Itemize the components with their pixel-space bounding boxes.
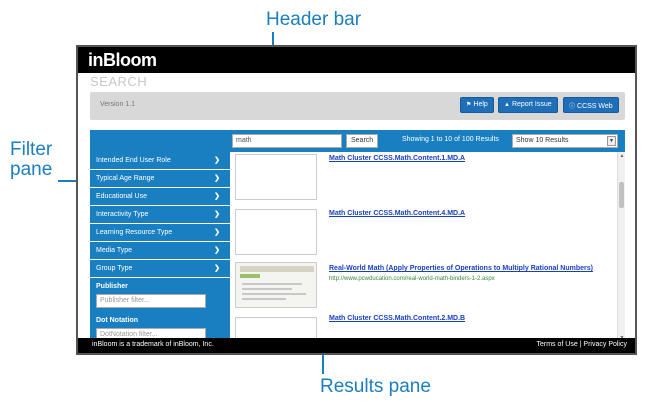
results-count: Showing 1 to 10 of 100 Results [402,136,499,143]
page-title: SEARCH [90,74,148,89]
flag-icon: ⚑ [466,102,472,108]
result-thumbnail[interactable] [235,209,317,255]
chevron-right-icon: ❯ [214,265,220,272]
result-title-link[interactable]: Math Cluster CCSS.Math.Content.1.MD.A [329,155,465,162]
facet-learning-resource-type[interactable]: Learning Resource Type ❯ [90,224,230,242]
trademark-text: inBloom is a trademark of inBloom, Inc. [92,341,214,348]
facet-group-type[interactable]: Group Type ❯ [90,260,230,278]
results-pane-callout: Results pane [320,376,431,397]
scroll-up-icon[interactable]: ▲ [618,152,625,160]
chevron-right-icon: ❯ [214,247,220,254]
thumbnail-logo [240,274,260,278]
publisher-label: Publisher [96,283,128,290]
app-window: inBloom SEARCH Version 1.1 ⚑ Help ▲ Report… [76,45,637,355]
results-pane: Math Cluster CCSS.Math.Content.1.MD.A Ma… [230,152,625,342]
result-url[interactable]: http://www.pcwducation.com/real-world-ma… [329,276,495,282]
result-thumbnail[interactable] [235,262,317,308]
help-button[interactable]: ⚑ Help [460,97,494,113]
ccss-web-button-label: CCSS Web [577,103,613,110]
version-label: Version 1.1 [100,101,136,108]
scroll-thumb[interactable] [619,182,624,208]
page-size-select[interactable]: Show 10 Results ▼ [512,134,618,148]
facet-media-type[interactable]: Media Type ❯ [90,242,230,260]
facet-label: Intended End User Role [96,157,171,164]
facet-label: Learning Resource Type [96,229,173,236]
inbloom-logo[interactable]: inBloom [88,50,157,71]
chevron-down-icon[interactable]: ▼ [607,136,616,146]
chevron-right-icon: ❯ [214,211,220,218]
chevron-right-icon: ❯ [214,229,220,236]
facet-label: Group Type [96,265,133,272]
chevron-right-icon: ❯ [214,193,220,200]
facet-intended-end-user-role[interactable]: Intended End User Role ❯ [90,152,230,170]
header-bar: Version 1.1 ⚑ Help ▲ Report Issue ⓘ CCSS We… [90,92,625,120]
filter-pane-callout-line1: Filter [10,139,53,160]
help-button-label: Help [473,101,488,108]
page-size-value: Show 10 Results [516,137,569,144]
search-button[interactable]: Search [346,134,379,148]
facet-label: Interactivity Type [96,211,149,218]
filter-pane: Intended End User Role ❯ Typical Age Rang… [90,152,230,342]
facet-label: Educational Use [96,193,147,200]
result-title-link[interactable]: Math Cluster CCSS.Math.Content.4.MD.A [329,210,465,217]
thumbnail-text [242,298,286,300]
facet-label: Media Type [96,247,133,254]
chevron-right-icon: ❯ [214,157,220,164]
filter-pane-callout: Filter pane [10,140,52,180]
report-issue-button-label: Report Issue [511,101,552,108]
facet-interactivity-type[interactable]: Interactivity Type ❯ [90,206,230,224]
top-bar: inBloom [78,47,635,73]
footer-links[interactable]: Terms of Use | Privacy Policy [536,341,627,348]
footer: inBloom is a trademark of inBloom, Inc. … [78,338,635,353]
thumbnail-header [240,266,314,272]
results-scrollbar[interactable]: ▲ ▼ [617,152,625,342]
info-icon: ⓘ [569,104,576,110]
result-thumbnail[interactable] [235,154,317,200]
report-issue-button[interactable]: ▲ Report Issue [498,97,558,113]
ccss-web-button[interactable]: ⓘ CCSS Web [563,97,619,113]
search-input[interactable]: math [232,134,342,148]
facet-educational-use[interactable]: Educational Use ❯ [90,188,230,206]
thumbnail-text [242,293,306,295]
thumbnail-text [242,283,302,285]
filter-pane-callout-line2: pane [10,158,53,180]
thumbnail-text [242,288,292,290]
result-title-link[interactable]: Real-World Math (Apply Properties of Ope… [329,265,593,272]
facet-typical-age-range[interactable]: Typical Age Range ❯ [90,170,230,188]
publisher-filter-input[interactable]: Publisher filter... [96,294,206,308]
facet-label: Typical Age Range [96,175,155,182]
header-bar-callout: Header bar [266,9,362,30]
chevron-right-icon: ❯ [214,175,220,182]
search-strip: math Search Showing 1 to 10 of 100 Resul… [90,130,625,152]
result-title-link[interactable]: Math Cluster CCSS.Math.Content.2.MD.B [329,315,465,322]
dot-notation-label: Dot Notation [96,317,138,324]
warning-icon: ▲ [504,102,510,108]
